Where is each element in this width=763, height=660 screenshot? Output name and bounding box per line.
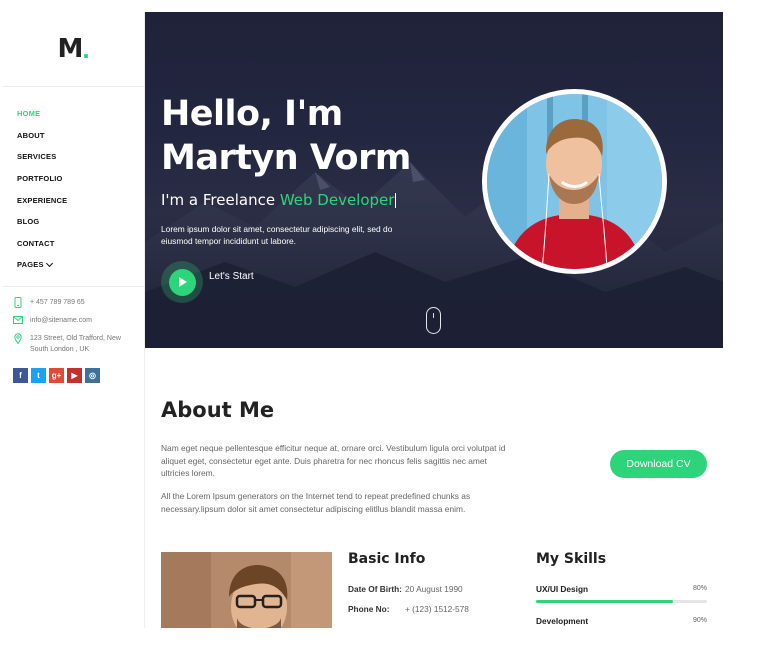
typing-cursor [395, 193, 397, 208]
info-value: + (123) 1512-578 [405, 604, 469, 614]
about-paragraph-1: Nam eget neque pellentesque efficitur ne… [161, 443, 506, 478]
info-value: 20 August 1990 [405, 584, 463, 594]
nav-item-label: CONTACT [17, 238, 55, 248]
sidebar: M. HOME ABOUT SERVICES PORTFOLIO EXPERIE… [3, 12, 145, 628]
play-button-inner [168, 268, 196, 296]
hero-title-line1: Hello, I'm [161, 94, 343, 134]
portrait-photo [161, 552, 332, 632]
info-key: Phone No: [348, 604, 390, 614]
hero-title-line2: Martyn Vorm [161, 138, 411, 178]
skill-bar [536, 600, 707, 603]
nav-item-label: SERVICES [17, 152, 57, 162]
profile-photo [482, 89, 667, 274]
skill-percent: 80% [692, 585, 707, 592]
portrait-illustration [161, 552, 332, 632]
hero-title: Hello, I'm Martyn Vorm [161, 92, 411, 180]
nav-item-experience[interactable]: EXPERIENCE [17, 189, 144, 211]
nav-item-label: PORTFOLIO [17, 174, 63, 184]
contact-email[interactable]: info@sitename.com [13, 315, 144, 326]
hero-subtitle: I'm a Freelance Web Developer [161, 191, 397, 209]
contact-info: + 457 789 789 65 info@sitename.com 123 S… [3, 287, 144, 355]
skill-percent: 90% [692, 617, 707, 624]
logo-letter: M [57, 34, 83, 64]
youtube-icon[interactable]: ▶ [67, 367, 82, 383]
logo[interactable]: M. [3, 12, 144, 87]
play-button[interactable] [161, 261, 203, 303]
hero-subtitle-prefix: I'm a Freelance [161, 191, 280, 209]
nav-item-label: HOME [17, 109, 41, 119]
contact-phone: + 457 789 789 65 [13, 296, 144, 308]
address-text: 123 Street, Old Trafford, New South Lond… [30, 334, 121, 353]
profile-illustration [487, 94, 662, 269]
main-nav: HOME ABOUT SERVICES PORTFOLIO EXPERIENCE… [3, 87, 144, 276]
chevron-down-icon [45, 259, 53, 267]
nav-item-portfolio[interactable]: PORTFOLIO [17, 168, 144, 190]
nav-item-label: BLOG [17, 217, 40, 227]
page-fold [145, 628, 763, 660]
nav-item-pages[interactable]: PAGES [17, 254, 144, 276]
scroll-down-mouse-icon[interactable] [426, 307, 441, 334]
nav-item-home[interactable]: HOME [17, 103, 144, 125]
nav-item-contact[interactable]: CONTACT [17, 233, 144, 255]
hero-section: Hello, I'm Martyn Vorm I'm a Freelance W… [145, 12, 723, 348]
play-icon [179, 277, 187, 287]
nav-item-label: PAGES [17, 260, 44, 270]
skill-name: Development [536, 616, 589, 626]
phone-text: + 457 789 789 65 [30, 298, 85, 306]
email-text: info@sitename.com [30, 316, 92, 324]
twitter-icon[interactable]: t [31, 367, 46, 383]
nav-item-blog[interactable]: BLOG [17, 211, 144, 233]
contact-address: 123 Street, Old Trafford, New South Lond… [13, 333, 144, 355]
nav-item-label: EXPERIENCE [17, 195, 68, 205]
skill-name: UX/UI Design [536, 584, 589, 594]
social-links: f t g+ ▶ ◎ [3, 367, 144, 383]
logo-dot: . [82, 33, 90, 64]
nav-item-label: ABOUT [17, 130, 45, 140]
hero-description: Lorem ipsum dolor sit amet, consectetur … [161, 224, 393, 246]
hero-subtitle-highlight: Web Developer [279, 191, 395, 209]
mouse-wheel [432, 313, 434, 318]
my-skills-title: My Skills [536, 551, 607, 567]
about-paragraph-2: All the Lorem Ipsum generators on the In… [161, 491, 471, 514]
lets-start-link[interactable]: Let's Start [209, 271, 254, 282]
download-cv-button[interactable]: Download CV [610, 450, 707, 478]
envelope-icon [13, 315, 23, 326]
info-row-dob: Date Of Birth: 20 August 1990 [348, 584, 463, 594]
info-row-phone: Phone No: + (123) 1512-578 [348, 604, 469, 614]
google-plus-icon[interactable]: g+ [49, 367, 64, 383]
basic-info-title: Basic Info [348, 551, 426, 567]
nav-item-services[interactable]: SERVICES [17, 146, 144, 168]
map-pin-icon [13, 333, 23, 344]
skill-bar-fill [536, 600, 673, 603]
about-title: About Me [161, 398, 275, 422]
instagram-icon[interactable]: ◎ [85, 367, 100, 383]
nav-item-about[interactable]: ABOUT [17, 125, 144, 147]
phone-icon [13, 296, 23, 308]
facebook-icon[interactable]: f [13, 367, 28, 383]
info-key: Date Of Birth: [348, 584, 402, 594]
